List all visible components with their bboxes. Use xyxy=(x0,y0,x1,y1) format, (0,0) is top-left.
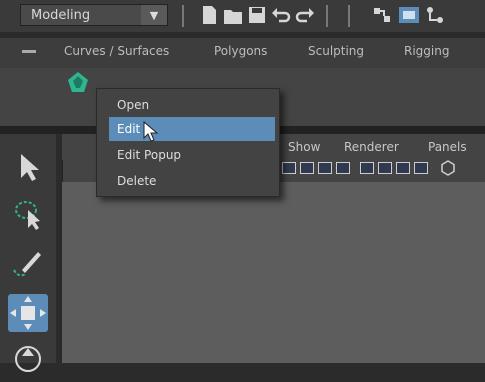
rotate-tool-icon xyxy=(15,346,41,372)
shelf-context-menu: Open Edit Edit Popup Delete xyxy=(96,88,280,197)
paint-select-tool-button[interactable] xyxy=(8,246,48,284)
toolbar-separator xyxy=(348,5,350,27)
toolbar-separator xyxy=(326,5,328,27)
gate-mask-icon[interactable] xyxy=(336,162,350,174)
select-tool-button[interactable] xyxy=(8,148,48,186)
save-scene-icon[interactable] xyxy=(246,4,268,26)
mode-selector-value: Modeling xyxy=(31,7,91,23)
redo-icon[interactable] xyxy=(294,4,316,26)
tab-curves-surfaces[interactable]: Curves / Surfaces xyxy=(64,44,169,58)
select-tool-icon xyxy=(21,154,39,181)
tab-rigging[interactable]: Rigging xyxy=(404,44,449,58)
menu-icon[interactable] xyxy=(22,50,36,53)
open-scene-icon[interactable] xyxy=(222,4,244,26)
select-by-object-icon[interactable] xyxy=(398,4,420,26)
isolate-select-icon[interactable] xyxy=(440,160,456,176)
toolbar-separator xyxy=(182,5,184,27)
select-by-hierarchy-icon[interactable] xyxy=(372,4,394,26)
textured-icon[interactable] xyxy=(396,162,410,174)
chevron-down-icon[interactable]: ▼ xyxy=(141,5,167,25)
lasso-tool-icon xyxy=(15,201,40,230)
mode-selector-dropdown[interactable]: Modeling ▼ xyxy=(20,4,168,26)
paint-select-tool-icon xyxy=(13,252,41,277)
new-scene-icon[interactable] xyxy=(198,4,220,26)
lighting-icon[interactable] xyxy=(414,162,428,174)
smooth-shade-icon[interactable] xyxy=(378,162,392,174)
lasso-tool-button[interactable] xyxy=(8,196,48,234)
viewport-menu-show[interactable]: Show xyxy=(288,140,320,154)
menu-item-edit[interactable]: Edit xyxy=(109,117,275,141)
wireframe-icon[interactable] xyxy=(360,162,374,174)
mouse-cursor-icon xyxy=(143,121,159,142)
rotate-tool-button[interactable] xyxy=(8,340,48,378)
camera-frame-icon[interactable] xyxy=(300,162,314,174)
shelf-tool-icon[interactable] xyxy=(66,70,90,94)
grid-icon[interactable] xyxy=(282,162,296,174)
viewport-canvas[interactable] xyxy=(62,182,485,363)
tab-sculpting[interactable]: Sculpting xyxy=(308,44,364,58)
undo-icon[interactable] xyxy=(270,4,292,26)
move-tool-icon xyxy=(10,296,46,330)
menu-item-delete[interactable]: Delete xyxy=(109,169,275,193)
menu-item-edit-popup[interactable]: Edit Popup xyxy=(109,143,275,167)
select-by-component-icon[interactable] xyxy=(424,4,446,26)
resolution-gate-icon[interactable] xyxy=(318,162,332,174)
viewport-menu-panels[interactable]: Panels xyxy=(428,140,467,154)
tab-polygons[interactable]: Polygons xyxy=(214,44,267,58)
menu-item-open[interactable]: Open xyxy=(109,93,275,117)
move-tool-button[interactable] xyxy=(8,294,48,332)
viewport-menu-renderer[interactable]: Renderer xyxy=(344,140,399,154)
